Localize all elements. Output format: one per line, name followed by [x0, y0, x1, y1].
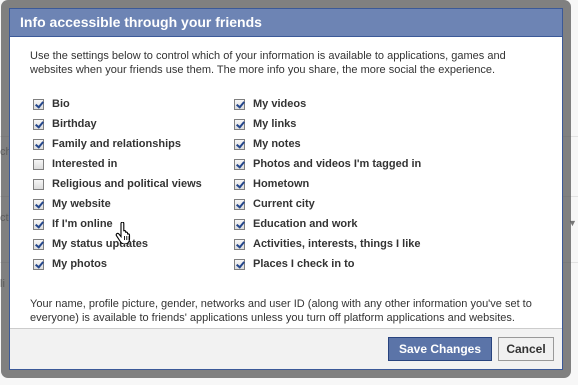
option-interested-in[interactable]: Interested in: [33, 155, 117, 173]
option-label: My website: [52, 198, 111, 210]
dialog-title: Info accessible through your friends: [10, 9, 562, 37]
checkbox-icon[interactable]: [234, 198, 245, 210]
option-label: My videos: [253, 98, 307, 110]
option-current-city[interactable]: Current city: [234, 195, 315, 213]
checkbox-icon[interactable]: [234, 238, 245, 250]
option-hometown[interactable]: Hometown: [234, 175, 309, 193]
dialog: Info accessible through your friends Use…: [9, 8, 563, 370]
footer-note: Your name, profile picture, gender, netw…: [30, 298, 532, 324]
option-label: Hometown: [253, 178, 310, 190]
option-birthday[interactable]: Birthday: [33, 115, 97, 133]
option-label: Bio: [52, 98, 70, 110]
cancel-button[interactable]: Cancel: [498, 337, 554, 361]
option-label: Current city: [253, 198, 315, 210]
checkbox-icon[interactable]: [234, 258, 245, 270]
option-label: My links: [253, 118, 297, 130]
checkbox-icon[interactable]: [33, 258, 44, 270]
option-label: Religious and political views: [52, 178, 202, 190]
checkbox-icon[interactable]: [33, 118, 44, 130]
option-places-i-check-in-to[interactable]: Places I check in to: [234, 255, 355, 273]
option-if-im-online[interactable]: If I'm online: [33, 215, 113, 233]
dialog-overlay: Info accessible through your friends Use…: [1, 0, 571, 378]
checkbox-icon[interactable]: [234, 98, 245, 110]
checkbox-icon[interactable]: [234, 158, 245, 170]
option-label: Interested in: [52, 158, 118, 170]
option-label: My photos: [52, 258, 107, 270]
hand-pointer-icon: [115, 222, 131, 244]
option-label: My status updates: [52, 238, 148, 250]
option-label: Birthday: [52, 118, 97, 130]
option-education-and-work[interactable]: Education and work: [234, 215, 358, 233]
option-family-and-relationships[interactable]: Family and relationships: [33, 135, 181, 153]
intro-text: Use the settings below to control which …: [30, 50, 506, 76]
option-label: Photos and videos I'm tagged in: [253, 158, 422, 170]
option-label: Places I check in to: [253, 258, 355, 270]
option-label: Family and relationships: [52, 138, 181, 150]
checkbox-icon[interactable]: [33, 98, 44, 110]
option-my-notes[interactable]: My notes: [234, 135, 301, 153]
option-label: My notes: [253, 138, 301, 150]
option-label: If I'm online: [52, 218, 113, 230]
option-my-videos[interactable]: My videos: [234, 95, 306, 113]
option-religious-and-political-views[interactable]: Religious and political views: [33, 175, 202, 193]
option-label: Education and work: [253, 218, 358, 230]
checkbox-icon[interactable]: [33, 198, 44, 210]
save-changes-button[interactable]: Save Changes: [388, 337, 492, 361]
checkbox-icon[interactable]: [33, 178, 44, 190]
checkbox-icon[interactable]: [234, 138, 245, 150]
checkbox-icon[interactable]: [234, 118, 245, 130]
option-activities-interests[interactable]: Activities, interests, things I like: [234, 235, 421, 253]
option-my-website[interactable]: My website: [33, 195, 111, 213]
checkbox-icon[interactable]: [33, 138, 44, 150]
checkbox-icon[interactable]: [33, 218, 44, 230]
option-my-links[interactable]: My links: [234, 115, 296, 133]
options-grid: Bio Birthday Family and relationships In…: [30, 95, 542, 279]
option-my-photos[interactable]: My photos: [33, 255, 107, 273]
option-bio[interactable]: Bio: [33, 95, 70, 113]
dialog-content: Use the settings below to control which …: [10, 37, 562, 325]
checkbox-icon[interactable]: [33, 238, 44, 250]
option-label: Activities, interests, things I like: [253, 238, 421, 250]
option-photos-and-videos-tagged[interactable]: Photos and videos I'm tagged in: [234, 155, 421, 173]
checkbox-icon[interactable]: [33, 158, 44, 170]
checkbox-icon[interactable]: [234, 218, 245, 230]
checkbox-icon[interactable]: [234, 178, 245, 190]
button-bar: Save Changes Cancel: [10, 328, 562, 369]
